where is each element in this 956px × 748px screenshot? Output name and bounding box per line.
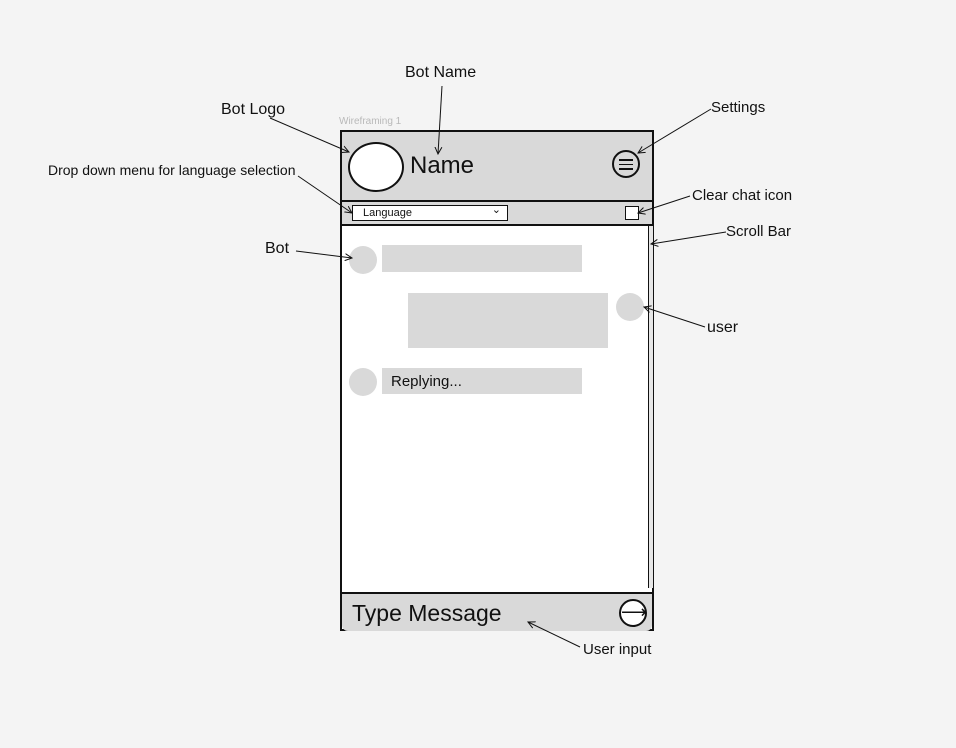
annotation-arrows bbox=[269, 85, 727, 648]
arrow-bot-logo bbox=[269, 117, 349, 152]
arrow-language bbox=[297, 175, 352, 213]
arrow-clear-chat bbox=[638, 195, 691, 213]
arrow-user-input bbox=[528, 622, 581, 648]
arrow-user bbox=[644, 307, 706, 328]
arrow-settings bbox=[638, 108, 712, 153]
arrow-bot-name bbox=[438, 85, 443, 154]
arrow-scroll-bar bbox=[651, 231, 727, 244]
arrow-bot bbox=[295, 250, 352, 258]
